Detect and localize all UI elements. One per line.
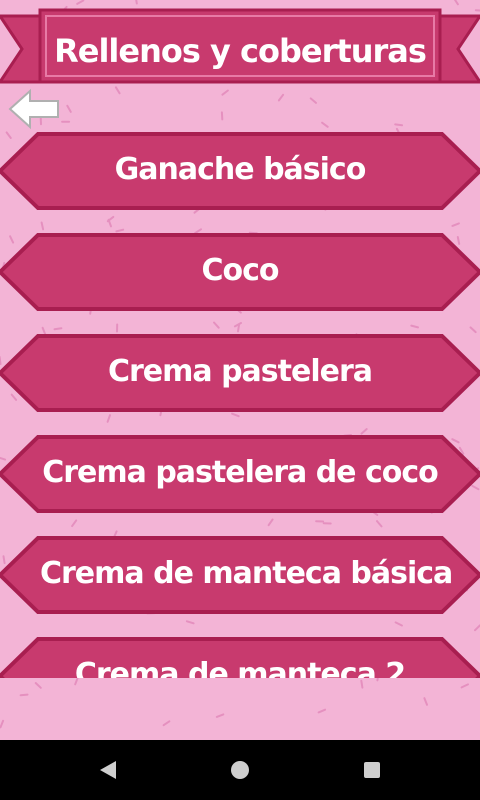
list-item-label: Crema de manteca básica (40, 556, 453, 591)
sprinkle-decoration (317, 708, 327, 714)
sprinkle-decoration (215, 713, 225, 718)
list-item-crema-manteca-basica[interactable]: Crema de manteca básica (0, 536, 480, 614)
sprinkle-decoration (460, 683, 469, 689)
sprinkle-decoration (0, 719, 5, 729)
list-item-crema-manteca-2[interactable]: Crema de manteca 2 (0, 637, 480, 678)
back-button[interactable] (8, 88, 62, 130)
sprinkle-decoration (76, 0, 85, 5)
sprinkle-decoration (394, 123, 404, 127)
list-item-crema-pastelera[interactable]: Crema pastelera (0, 334, 480, 412)
list-item-label: Crema de manteca 2 (74, 657, 406, 678)
sprinkle-decoration (309, 97, 317, 104)
list-item-coco[interactable]: Coco (0, 233, 480, 311)
list-item-label: Crema pastelera (107, 354, 373, 389)
sprinkle-decoration (34, 682, 42, 689)
page-title: Rellenos y coberturas (54, 32, 427, 70)
list-item-label: Coco (201, 253, 279, 288)
arrow-left-icon (8, 88, 59, 130)
sprinkle-decoration (423, 697, 428, 706)
sprinkle-decoration (360, 679, 364, 689)
sprinkle-decoration (453, 0, 459, 6)
sprinkle-decoration (221, 89, 229, 96)
list-item-crema-pastelera-coco[interactable]: Crema pastelera de coco (0, 435, 480, 513)
sprinkle-decoration (162, 720, 171, 727)
triangle-back-icon[interactable] (96, 758, 120, 782)
sprinkle-decoration (277, 93, 285, 102)
circle-home-icon[interactable] (228, 758, 252, 782)
recipe-list[interactable]: Ganache básico Coco Crema pastelera Crem… (0, 130, 480, 678)
list-item-label: Ganache básico (114, 152, 367, 187)
list-item-ganache[interactable]: Ganache básico (0, 132, 480, 210)
sprinkle-decoration (66, 104, 72, 113)
sprinkle-decoration (135, 0, 138, 5)
list-item-label: Crema pastelera de coco (42, 455, 439, 490)
sprinkle-decoration (19, 693, 29, 697)
sprinkle-decoration (321, 121, 329, 128)
square-recent-icon[interactable] (360, 758, 384, 782)
title-banner: Rellenos y coberturas (0, 8, 480, 90)
sprinkle-decoration (74, 676, 79, 686)
system-navigation-bar (0, 740, 480, 800)
